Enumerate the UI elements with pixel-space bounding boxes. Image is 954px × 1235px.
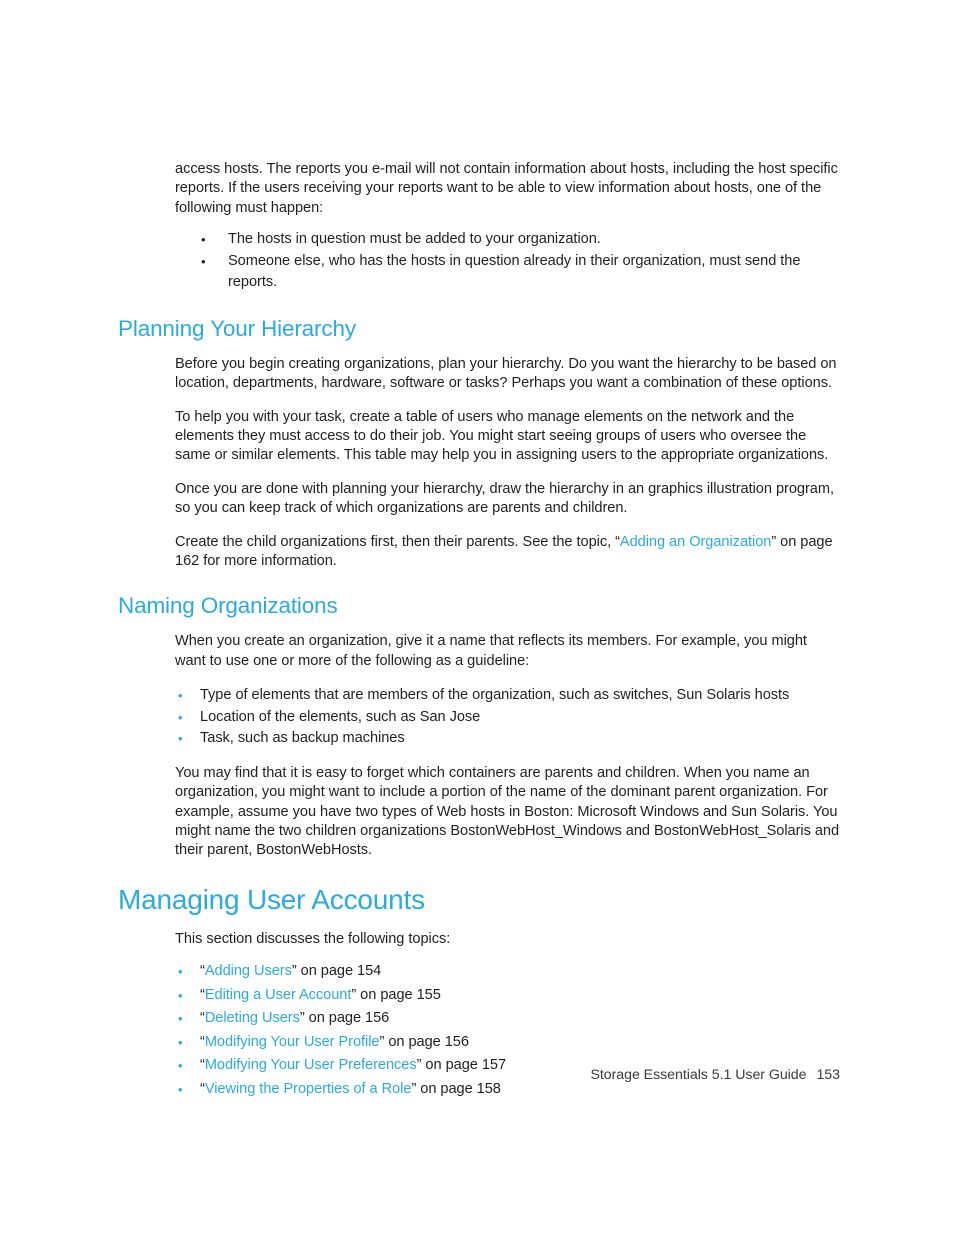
bullet-icon: • <box>201 253 206 269</box>
managing-users-intro: This section discusses the following top… <box>175 930 451 947</box>
heading-planning-your-hierarchy: Planning Your Hierarchy <box>118 315 356 341</box>
page-footer: Storage Essentials 5.1 User Guide 153 <box>118 1066 840 1085</box>
document-page: access hosts. The reports you e-mail wil… <box>0 0 954 1235</box>
xref-link-editing-a-user-account[interactable]: Editing a User Account <box>205 987 352 1003</box>
bullet-icon: • <box>178 964 183 980</box>
bullet-icon: • <box>178 1034 183 1050</box>
heading-naming-organizations: Naming Organizations <box>118 593 338 619</box>
list-item: • “Editing a User Account” on page 155 <box>178 984 840 1008</box>
heading-managing-user-accounts: Managing User Accounts <box>118 883 425 915</box>
naming-closing-paragraph: You may find that it is easy to forget w… <box>175 764 840 859</box>
bullet-icon: • <box>178 688 183 704</box>
list-item: • “Modifying Your User Profile” on page … <box>178 1031 840 1055</box>
planning-paragraph-2: To help you with your task, create a tab… <box>175 408 829 464</box>
planning-paragraph-3: Once you are done with planning your hie… <box>175 480 834 517</box>
list-item: • The hosts in question must be added to… <box>201 229 843 251</box>
list-item-text: Task, such as backup machines <box>200 730 405 747</box>
planning-xref-paragraph: Create the child organizations first, th… <box>175 533 840 572</box>
list-item-text: Someone else, who has the hosts in quest… <box>228 252 801 291</box>
continued-paragraph: access hosts. The reports you e-mail wil… <box>175 161 838 216</box>
footer-guide-title: Storage Essentials 5.1 User Guide <box>590 1067 807 1083</box>
page-reference: on page 154 <box>296 963 382 980</box>
bullet-icon: • <box>178 1011 183 1027</box>
list-item: • Type of elements that are members of t… <box>178 685 840 707</box>
footer-page-number: 153 <box>816 1067 840 1083</box>
page-reference: on page 155 <box>356 986 441 1003</box>
list-item: • Location of the elements, such as San … <box>178 707 840 729</box>
xref-prefix-text: Create the child organizations first, th… <box>175 533 620 550</box>
bullet-icon: • <box>201 232 206 248</box>
bullet-icon: • <box>178 709 183 725</box>
list-item: • Task, such as backup machines <box>178 728 840 750</box>
bullet-icon: • <box>178 731 183 747</box>
xref-link-modifying-your-user-profile[interactable]: Modifying Your User Profile <box>205 1034 380 1050</box>
list-item-text: Location of the elements, such as San Jo… <box>200 708 481 725</box>
list-item: • Someone else, who has the hosts in que… <box>201 251 843 294</box>
list-item: • “Adding Users” on page 154 <box>178 960 840 984</box>
xref-link-deleting-users[interactable]: Deleting Users <box>205 1010 300 1026</box>
planning-paragraph-1: Before you begin creating organizations,… <box>175 355 837 392</box>
page-content: access hosts. The reports you e-mail wil… <box>118 160 840 1115</box>
bullet-icon: • <box>178 987 183 1003</box>
xref-link-adding-an-organization[interactable]: Adding an Organization <box>620 534 771 550</box>
page-reference: on page 156 <box>384 1033 469 1050</box>
hosts-requirements-list: • The hosts in question must be added to… <box>118 229 840 294</box>
list-item-text: Type of elements that are members of the… <box>200 687 790 704</box>
page-reference: on page 156 <box>304 1010 390 1027</box>
xref-link-adding-users[interactable]: Adding Users <box>205 963 292 979</box>
list-item-text: The hosts in question must be added to y… <box>228 231 601 248</box>
naming-guidelines-list: • Type of elements that are members of t… <box>118 685 840 750</box>
list-item: • “Deleting Users” on page 156 <box>178 1007 840 1031</box>
naming-intro-paragraph: When you create an organization, give it… <box>175 633 807 669</box>
